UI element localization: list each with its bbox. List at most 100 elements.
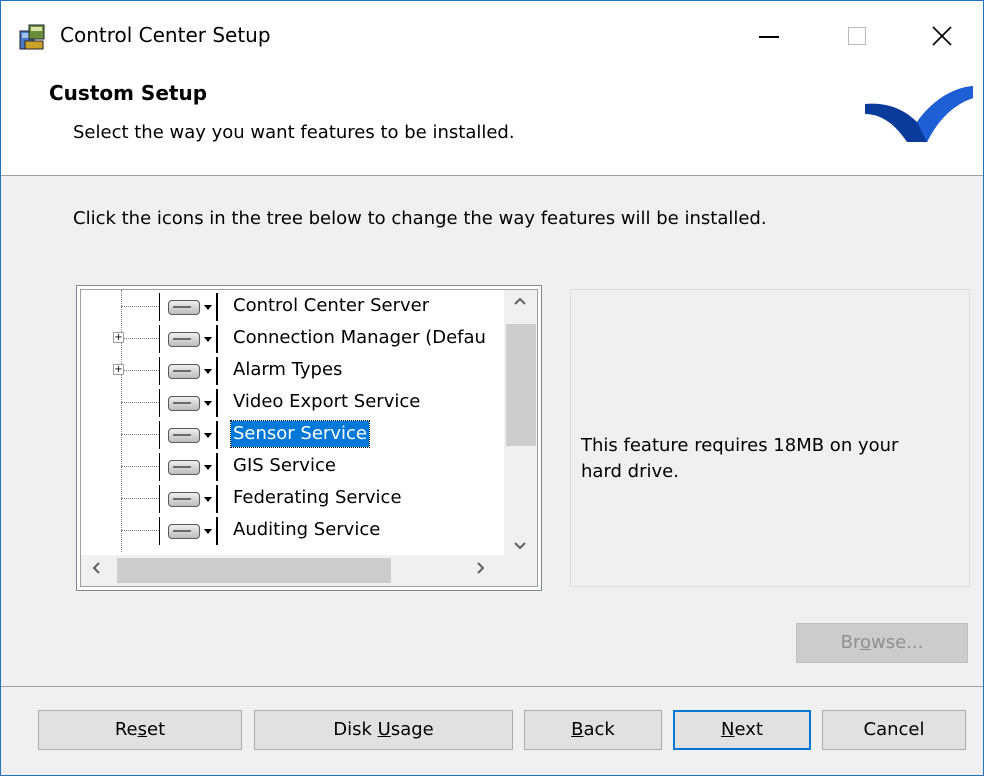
reset-label-post: et (147, 719, 166, 740)
feature-tree[interactable]: Control Center Server + Connection Manager… (76, 285, 542, 591)
hard-drive-dropdown-icon[interactable] (159, 389, 220, 417)
icon-separator (216, 389, 218, 417)
checkmark-logo-icon (865, 86, 973, 142)
next-label-post: ext (734, 719, 763, 740)
reset-accesskey: s (137, 719, 148, 740)
horizontal-scrollbar[interactable] (81, 555, 504, 586)
icon-separator (216, 485, 218, 513)
header-banner: Custom Setup Select the way you want fea… (1, 69, 983, 176)
dropdown-arrow-icon (204, 369, 212, 374)
tree-item[interactable]: Federating Service (81, 484, 511, 514)
dropdown-arrow-icon (204, 497, 212, 502)
disk-usage-label-pre: Disk (333, 719, 378, 740)
maximize-button[interactable] (819, 9, 899, 61)
page-title: Custom Setup (49, 81, 208, 105)
scroll-left-icon[interactable] (91, 561, 101, 575)
tree-item-label[interactable]: Auditing Service (231, 517, 382, 543)
setup-window: Control Center Setup Custom Setup Select… (0, 0, 984, 776)
tree-connector (121, 466, 159, 467)
feature-description-panel: This feature requires 18MB on your hard … (570, 289, 970, 587)
hard-drive-dropdown-icon[interactable] (159, 293, 220, 321)
next-accesskey: N (721, 719, 735, 740)
tree-item[interactable]: Video Export Service (81, 388, 511, 418)
hard-drive-icon (168, 364, 200, 379)
icon-separator (216, 517, 218, 545)
tree-connector (121, 306, 159, 307)
expand-plus-icon[interactable]: + (113, 332, 124, 343)
hard-drive-icon (168, 300, 200, 315)
footer-divider (1, 686, 983, 687)
tree-item[interactable]: + Connection Manager (Defau (81, 324, 511, 354)
hard-drive-dropdown-icon[interactable] (159, 357, 220, 385)
tree-connector (121, 434, 159, 435)
tree-item[interactable]: GIS Service (81, 452, 511, 482)
page-subtitle: Select the way you want features to be i… (73, 122, 515, 143)
title-bar[interactable]: Control Center Setup (1, 1, 983, 69)
dropdown-arrow-icon (204, 305, 212, 310)
minimize-button[interactable] (729, 9, 809, 61)
tree-connector (121, 370, 159, 371)
icon-separator (216, 357, 218, 385)
cancel-label: Cancel (863, 719, 925, 740)
hard-drive-dropdown-icon[interactable] (159, 517, 220, 545)
tree-connector (121, 338, 159, 339)
back-accesskey: B (571, 719, 584, 740)
hard-drive-dropdown-icon[interactable] (159, 485, 220, 513)
back-label-post: ack (583, 719, 615, 740)
tree-item[interactable]: Auditing Service (81, 516, 511, 546)
cancel-button[interactable]: Cancel (822, 710, 966, 750)
icon-separator (216, 421, 218, 449)
scroll-up-icon[interactable] (513, 296, 527, 306)
dropdown-arrow-icon (204, 401, 212, 406)
installer-app-icon (19, 24, 45, 50)
horizontal-scroll-thumb[interactable] (117, 558, 391, 583)
tree-connector (121, 402, 159, 403)
vertical-scrollbar[interactable] (504, 290, 537, 555)
browse-label-pre: Br (840, 632, 860, 653)
tree-item[interactable]: Sensor Service (81, 420, 511, 450)
dropdown-arrow-icon (204, 529, 212, 534)
hard-drive-icon (168, 332, 200, 347)
tree-item[interactable]: + Alarm Types (81, 356, 511, 386)
hard-drive-dropdown-icon[interactable] (159, 421, 220, 449)
tree-item-label[interactable]: Sensor Service (230, 420, 370, 448)
icon-separator (216, 293, 218, 321)
dropdown-arrow-icon (204, 337, 212, 342)
tree-item[interactable]: Control Center Server (81, 292, 511, 322)
disk-usage-accesskey: U (377, 719, 391, 740)
tree-item-label[interactable]: Control Center Server (231, 293, 431, 319)
hard-drive-dropdown-icon[interactable] (159, 325, 220, 353)
browse-button[interactable]: Browse... (796, 623, 968, 663)
dropdown-arrow-icon (204, 465, 212, 470)
scrollbar-corner (504, 555, 537, 586)
window-title: Control Center Setup (60, 23, 271, 47)
scroll-down-icon[interactable] (513, 541, 527, 551)
hard-drive-dropdown-icon[interactable] (159, 453, 220, 481)
tree-connector (121, 498, 159, 499)
close-button[interactable] (901, 9, 981, 61)
reset-button[interactable]: Reset (38, 710, 242, 750)
hard-drive-icon (168, 460, 200, 475)
hard-drive-icon (168, 396, 200, 411)
tree-item-label[interactable]: Video Export Service (231, 389, 422, 415)
instruction-text: Click the icons in the tree below to cha… (73, 208, 767, 229)
disk-usage-button[interactable]: Disk Usage (254, 710, 513, 750)
reset-label-pre: Re (114, 719, 138, 740)
tree-item-label[interactable]: Federating Service (231, 485, 404, 511)
next-button[interactable]: Next (673, 710, 811, 750)
scroll-right-icon[interactable] (476, 561, 486, 575)
icon-separator (216, 325, 218, 353)
tree-item-label[interactable]: Connection Manager (Defau (231, 325, 488, 351)
disk-usage-label-post: sage (390, 719, 434, 740)
hard-drive-icon (168, 524, 200, 539)
icon-separator (216, 453, 218, 481)
hard-drive-icon (168, 492, 200, 507)
close-icon (932, 26, 952, 46)
expand-plus-icon[interactable]: + (113, 364, 124, 375)
browse-accesskey: o (860, 632, 872, 653)
browse-label-post: wse... (871, 632, 924, 653)
back-button[interactable]: Back (524, 710, 662, 750)
vertical-scroll-thumb[interactable] (506, 324, 536, 446)
tree-item-label[interactable]: GIS Service (231, 453, 338, 479)
tree-item-label[interactable]: Alarm Types (231, 357, 344, 383)
